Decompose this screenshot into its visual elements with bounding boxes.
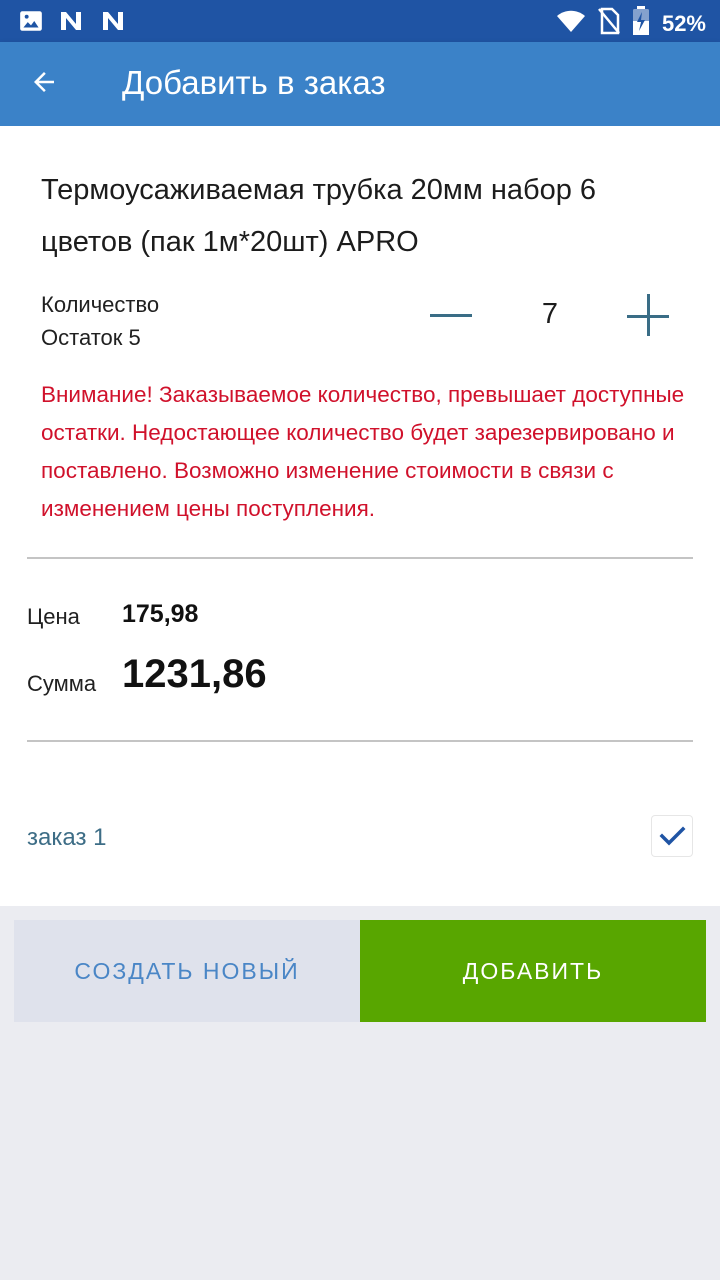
stock-warning: Внимание! Заказываемое количество, превы…	[41, 382, 685, 521]
sum-label: Сумма	[27, 671, 97, 696]
order-checkbox[interactable]	[652, 816, 692, 856]
n-notification-icon	[100, 9, 128, 38]
stock-label: Остаток 5	[41, 325, 141, 350]
no-sim-icon	[597, 7, 620, 40]
image-icon	[18, 8, 44, 39]
price-label: Цена	[27, 604, 80, 629]
quantity-labels: Количество Остаток 5	[41, 288, 159, 354]
order-name[interactable]: заказ 1	[27, 824, 106, 852]
status-bar: 52%	[0, 0, 720, 42]
back-button[interactable]	[20, 60, 68, 108]
create-new-order-button[interactable]: Создать новый	[14, 920, 360, 1022]
n-notification-icon	[58, 9, 86, 38]
price-value: 175,98	[122, 600, 199, 628]
divider	[27, 557, 693, 559]
product-name: Термоусаживаемая трубка 20мм набор 6 цве…	[41, 174, 597, 258]
battery-percent: 52%	[661, 10, 706, 36]
divider	[27, 740, 693, 742]
notification-icons	[18, 8, 128, 39]
sum-value: 1231,86	[122, 652, 267, 696]
battery-charging-icon	[632, 6, 650, 41]
wifi-icon	[556, 8, 586, 39]
quantity-value[interactable]: 7	[520, 298, 580, 331]
page-title: Добавить в заказ	[122, 64, 386, 101]
checkmark-icon	[652, 826, 692, 860]
arrow-left-icon	[29, 67, 59, 102]
system-icons: 52%	[556, 6, 706, 41]
quantity-label: Количество	[41, 292, 160, 317]
increase-quantity-button[interactable]	[627, 294, 671, 338]
decrease-quantity-button[interactable]	[430, 292, 474, 336]
add-to-order-button[interactable]: Добавить	[360, 920, 706, 1022]
add-to-order-card: Термоусаживаемая трубка 20мм набор 6 цве…	[0, 126, 720, 906]
app-bar: Добавить в заказ	[0, 42, 720, 126]
